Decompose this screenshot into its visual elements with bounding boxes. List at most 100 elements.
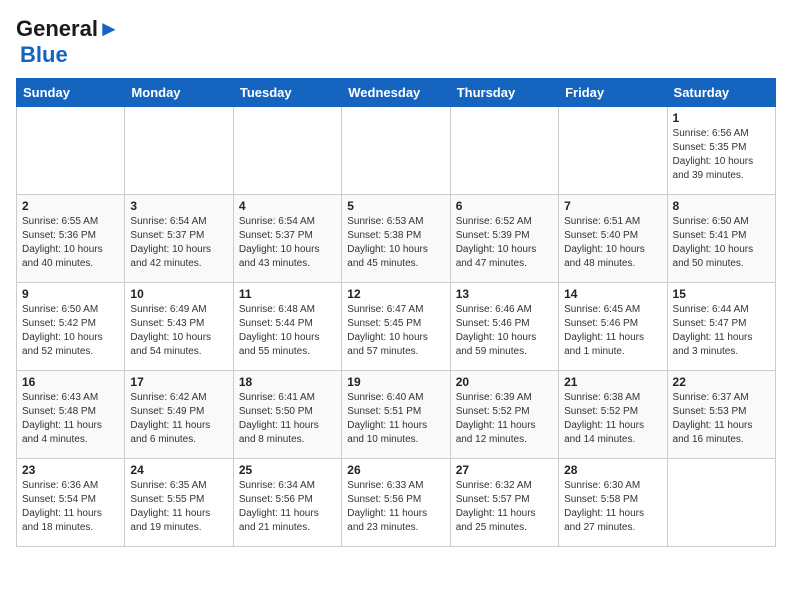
day-info: Sunrise: 6:51 AMSunset: 5:40 PMDaylight:… bbox=[564, 215, 661, 271]
header-cell-friday: Friday bbox=[559, 79, 667, 107]
day-cell: 17 Sunrise: 6:42 AMSunset: 5:49 PMDayligh… bbox=[125, 371, 233, 459]
day-number: 4 bbox=[239, 199, 336, 213]
day-cell bbox=[450, 107, 558, 195]
day-number: 6 bbox=[456, 199, 553, 213]
day-cell: 6 Sunrise: 6:52 AMSunset: 5:39 PMDaylight… bbox=[450, 195, 558, 283]
day-info: Sunrise: 6:49 AMSunset: 5:43 PMDaylight:… bbox=[130, 303, 227, 359]
day-info: Sunrise: 6:55 AMSunset: 5:36 PMDaylight:… bbox=[22, 215, 119, 271]
day-number: 17 bbox=[130, 375, 227, 389]
day-number: 3 bbox=[130, 199, 227, 213]
day-cell: 3 Sunrise: 6:54 AMSunset: 5:37 PMDaylight… bbox=[125, 195, 233, 283]
day-info: Sunrise: 6:44 AMSunset: 5:47 PMDaylight:… bbox=[673, 303, 770, 359]
day-cell: 23 Sunrise: 6:36 AMSunset: 5:54 PMDayligh… bbox=[17, 459, 125, 547]
day-cell bbox=[233, 107, 341, 195]
day-number: 9 bbox=[22, 287, 119, 301]
day-info: Sunrise: 6:36 AMSunset: 5:54 PMDaylight:… bbox=[22, 479, 119, 535]
day-number: 21 bbox=[564, 375, 661, 389]
day-info: Sunrise: 6:53 AMSunset: 5:38 PMDaylight:… bbox=[347, 215, 444, 271]
day-info: Sunrise: 6:52 AMSunset: 5:39 PMDaylight:… bbox=[456, 215, 553, 271]
page-header: General► Blue bbox=[16, 16, 776, 68]
day-number: 22 bbox=[673, 375, 770, 389]
day-cell: 10 Sunrise: 6:49 AMSunset: 5:43 PMDayligh… bbox=[125, 283, 233, 371]
day-info: Sunrise: 6:33 AMSunset: 5:56 PMDaylight:… bbox=[347, 479, 444, 535]
day-info: Sunrise: 6:41 AMSunset: 5:50 PMDaylight:… bbox=[239, 391, 336, 447]
day-cell: 27 Sunrise: 6:32 AMSunset: 5:57 PMDayligh… bbox=[450, 459, 558, 547]
header-cell-saturday: Saturday bbox=[667, 79, 775, 107]
day-info: Sunrise: 6:54 AMSunset: 5:37 PMDaylight:… bbox=[239, 215, 336, 271]
day-cell: 7Sunrise: 6:51 AMSunset: 5:40 PMDaylight… bbox=[559, 195, 667, 283]
day-info: Sunrise: 6:32 AMSunset: 5:57 PMDaylight:… bbox=[456, 479, 553, 535]
day-number: 27 bbox=[456, 463, 553, 477]
day-number: 23 bbox=[22, 463, 119, 477]
day-info: Sunrise: 6:35 AMSunset: 5:55 PMDaylight:… bbox=[130, 479, 227, 535]
day-number: 15 bbox=[673, 287, 770, 301]
header-cell-wednesday: Wednesday bbox=[342, 79, 450, 107]
day-cell: 12 Sunrise: 6:47 AMSunset: 5:45 PMDayligh… bbox=[342, 283, 450, 371]
day-cell: 26 Sunrise: 6:33 AMSunset: 5:56 PMDayligh… bbox=[342, 459, 450, 547]
day-info: Sunrise: 6:43 AMSunset: 5:48 PMDaylight:… bbox=[22, 391, 119, 447]
week-row-0: 1 Sunrise: 6:56 AMSunset: 5:35 PMDaylight… bbox=[17, 107, 776, 195]
calendar-body: 1 Sunrise: 6:56 AMSunset: 5:35 PMDaylight… bbox=[17, 107, 776, 547]
day-info: Sunrise: 6:34 AMSunset: 5:56 PMDaylight:… bbox=[239, 479, 336, 535]
day-info: Sunrise: 6:50 AMSunset: 5:41 PMDaylight:… bbox=[673, 215, 770, 271]
day-cell: 8 Sunrise: 6:50 AMSunset: 5:41 PMDaylight… bbox=[667, 195, 775, 283]
day-cell: 25 Sunrise: 6:34 AMSunset: 5:56 PMDayligh… bbox=[233, 459, 341, 547]
header-cell-thursday: Thursday bbox=[450, 79, 558, 107]
day-cell: 15 Sunrise: 6:44 AMSunset: 5:47 PMDayligh… bbox=[667, 283, 775, 371]
week-row-4: 23 Sunrise: 6:36 AMSunset: 5:54 PMDayligh… bbox=[17, 459, 776, 547]
day-number: 18 bbox=[239, 375, 336, 389]
logo-text: General► bbox=[16, 16, 120, 42]
day-cell: 5 Sunrise: 6:53 AMSunset: 5:38 PMDaylight… bbox=[342, 195, 450, 283]
day-info: Sunrise: 6:42 AMSunset: 5:49 PMDaylight:… bbox=[130, 391, 227, 447]
day-info: Sunrise: 6:47 AMSunset: 5:45 PMDaylight:… bbox=[347, 303, 444, 359]
day-cell: 1 Sunrise: 6:56 AMSunset: 5:35 PMDaylight… bbox=[667, 107, 775, 195]
day-info: Sunrise: 6:38 AMSunset: 5:52 PMDaylight:… bbox=[564, 391, 661, 447]
day-number: 24 bbox=[130, 463, 227, 477]
day-info: Sunrise: 6:56 AMSunset: 5:35 PMDaylight:… bbox=[673, 127, 770, 183]
day-cell: 13 Sunrise: 6:46 AMSunset: 5:46 PMDayligh… bbox=[450, 283, 558, 371]
day-cell: 28 Sunrise: 6:30 AMSunset: 5:58 PMDayligh… bbox=[559, 459, 667, 547]
day-cell: 18 Sunrise: 6:41 AMSunset: 5:50 PMDayligh… bbox=[233, 371, 341, 459]
calendar-header-row: SundayMondayTuesdayWednesdayThursdayFrid… bbox=[17, 79, 776, 107]
day-cell: 4 Sunrise: 6:54 AMSunset: 5:37 PMDaylight… bbox=[233, 195, 341, 283]
day-cell bbox=[17, 107, 125, 195]
week-row-2: 9Sunrise: 6:50 AMSunset: 5:42 PMDaylight… bbox=[17, 283, 776, 371]
day-cell: 14 Sunrise: 6:45 AMSunset: 5:46 PMDayligh… bbox=[559, 283, 667, 371]
day-number: 20 bbox=[456, 375, 553, 389]
week-row-3: 16 Sunrise: 6:43 AMSunset: 5:48 PMDayligh… bbox=[17, 371, 776, 459]
day-cell: 9Sunrise: 6:50 AMSunset: 5:42 PMDaylight… bbox=[17, 283, 125, 371]
day-info: Sunrise: 6:45 AMSunset: 5:46 PMDaylight:… bbox=[564, 303, 661, 359]
day-info: Sunrise: 6:30 AMSunset: 5:58 PMDaylight:… bbox=[564, 479, 661, 535]
day-info: Sunrise: 6:54 AMSunset: 5:37 PMDaylight:… bbox=[130, 215, 227, 271]
header-cell-monday: Monday bbox=[125, 79, 233, 107]
day-cell: 20 Sunrise: 6:39 AMSunset: 5:52 PMDayligh… bbox=[450, 371, 558, 459]
day-info: Sunrise: 6:39 AMSunset: 5:52 PMDaylight:… bbox=[456, 391, 553, 447]
day-cell: 16 Sunrise: 6:43 AMSunset: 5:48 PMDayligh… bbox=[17, 371, 125, 459]
day-number: 12 bbox=[347, 287, 444, 301]
day-cell bbox=[667, 459, 775, 547]
day-number: 28 bbox=[564, 463, 661, 477]
day-cell: 2 Sunrise: 6:55 AMSunset: 5:36 PMDaylight… bbox=[17, 195, 125, 283]
week-row-1: 2 Sunrise: 6:55 AMSunset: 5:36 PMDaylight… bbox=[17, 195, 776, 283]
day-number: 2 bbox=[22, 199, 119, 213]
day-info: Sunrise: 6:48 AMSunset: 5:44 PMDaylight:… bbox=[239, 303, 336, 359]
day-number: 25 bbox=[239, 463, 336, 477]
logo: General► Blue bbox=[16, 16, 120, 68]
day-number: 8 bbox=[673, 199, 770, 213]
day-number: 11 bbox=[239, 287, 336, 301]
logo-blue-text: Blue bbox=[20, 42, 68, 67]
day-number: 19 bbox=[347, 375, 444, 389]
day-number: 16 bbox=[22, 375, 119, 389]
day-cell: 22Sunrise: 6:37 AMSunset: 5:53 PMDayligh… bbox=[667, 371, 775, 459]
day-number: 5 bbox=[347, 199, 444, 213]
day-cell: 21 Sunrise: 6:38 AMSunset: 5:52 PMDayligh… bbox=[559, 371, 667, 459]
day-number: 10 bbox=[130, 287, 227, 301]
day-number: 1 bbox=[673, 111, 770, 125]
header-cell-sunday: Sunday bbox=[17, 79, 125, 107]
day-info: Sunrise: 6:40 AMSunset: 5:51 PMDaylight:… bbox=[347, 391, 444, 447]
day-number: 26 bbox=[347, 463, 444, 477]
day-info: Sunrise: 6:46 AMSunset: 5:46 PMDaylight:… bbox=[456, 303, 553, 359]
day-number: 13 bbox=[456, 287, 553, 301]
day-number: 14 bbox=[564, 287, 661, 301]
day-cell: 24 Sunrise: 6:35 AMSunset: 5:55 PMDayligh… bbox=[125, 459, 233, 547]
